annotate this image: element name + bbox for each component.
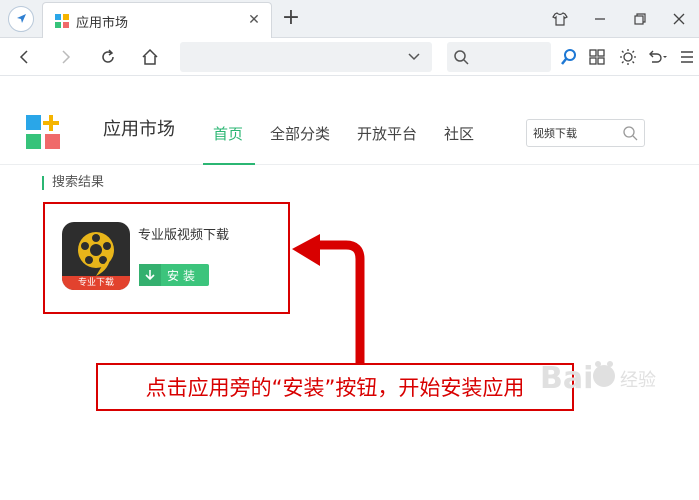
svg-text:经验: 经验 — [620, 370, 656, 391]
minimize-icon[interactable] — [586, 6, 614, 32]
restore-icon[interactable] — [626, 6, 654, 32]
app-market-page: 应用市场 首页 全部分类 开放平台 社区 搜索结果 专业下载 专业版视频下 — [0, 77, 699, 500]
refresh-icon[interactable] — [94, 44, 122, 70]
tab-title: 应用市场 — [76, 16, 129, 31]
browser-logo-icon[interactable] — [8, 6, 34, 32]
undo-icon[interactable] — [643, 44, 671, 70]
back-icon[interactable] — [10, 44, 38, 70]
apps-grid-icon[interactable] — [583, 44, 611, 70]
home-icon[interactable] — [136, 44, 164, 70]
tab-app-market[interactable]: 应用市场 ✕ — [42, 2, 272, 38]
skin-icon[interactable] — [546, 6, 574, 32]
baidu-watermark-logo: Bai 经验 — [540, 361, 656, 396]
tab-close-icon[interactable]: ✕ — [245, 11, 263, 29]
close-window-icon[interactable] — [665, 6, 693, 32]
annotation-arrow — [292, 234, 365, 363]
chevron-down-icon[interactable] — [406, 48, 422, 64]
callout-text: 点击应用旁的“安装”按钮，开始安装应用 — [145, 376, 525, 400]
address-bar[interactable] — [180, 42, 432, 72]
svg-text:Bai: Bai — [540, 361, 593, 396]
app-market-favicon-icon — [55, 14, 69, 28]
brightness-icon[interactable] — [614, 44, 642, 70]
menu-icon[interactable] — [676, 44, 698, 70]
search-icon — [454, 50, 469, 65]
search-go-icon[interactable] — [555, 44, 583, 70]
browser-toolbar — [0, 38, 699, 76]
browser-tab-bar: 应用市场 ✕ + — [0, 0, 699, 38]
forward-icon[interactable] — [52, 44, 80, 70]
instruction-callout: 点击应用旁的“安装”按钮，开始安装应用 — [96, 363, 574, 411]
new-tab-button[interactable]: + — [278, 6, 304, 32]
browser-search-box[interactable] — [447, 42, 551, 72]
